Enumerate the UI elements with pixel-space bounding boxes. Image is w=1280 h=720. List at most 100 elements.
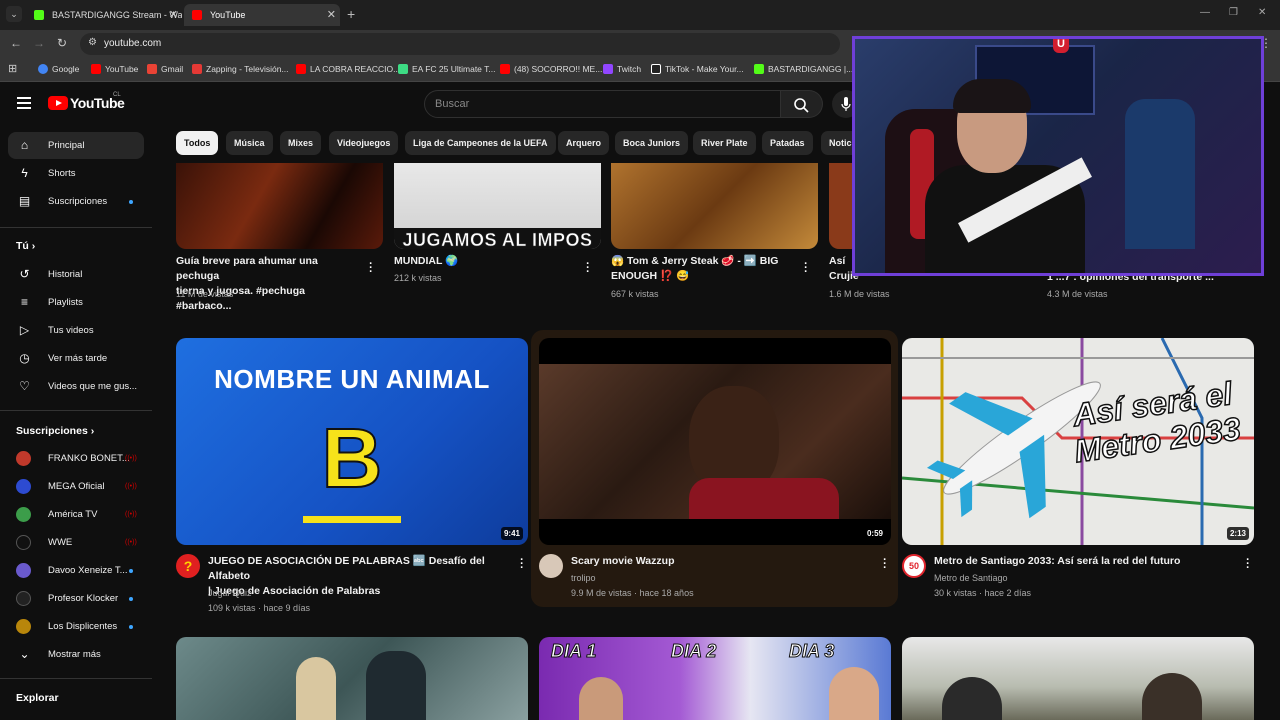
reload-icon[interactable]: ↻ xyxy=(57,36,67,50)
video-thumbnail[interactable] xyxy=(176,637,528,720)
video-title[interactable]: Metro de Santiago 2033: Así será la red … xyxy=(934,554,1234,569)
browser-tab-stream[interactable]: BASTARDIGANGG Stream - Wa ✕ xyxy=(26,4,182,26)
more-options-icon[interactable]: · · · xyxy=(882,555,888,574)
hamburger-menu-icon[interactable] xyxy=(17,97,31,109)
new-content-dot xyxy=(129,597,133,601)
sidebar-item-label: Davoo Xeneize T... xyxy=(48,565,128,576)
live-icon: ((•)) xyxy=(125,455,137,462)
video-title[interactable]: 😱 Tom & Jerry Steak 🥩 - ➡️ BIG ENOUGH ⁉️ … xyxy=(611,254,796,284)
channel-name[interactable]: Jugar Quiz xyxy=(208,588,252,598)
tab-search-button[interactable]: ⌄ xyxy=(6,6,22,22)
bookmark-item[interactable]: TikTok - Make Your... xyxy=(651,64,744,74)
sidebar-channel[interactable]: FRANKO BONET... ((•)) xyxy=(8,445,144,472)
sidebar-channel[interactable]: Davoo Xeneize T... xyxy=(8,557,144,584)
subscriptions-section-header[interactable]: Suscripciones › xyxy=(16,425,94,437)
sidebar-show-more[interactable]: ⌄ Mostrar más xyxy=(8,641,144,668)
video-duration: 2:13 xyxy=(1226,527,1249,540)
thumbnail-text: DIA 2 xyxy=(670,641,717,662)
video-meta: 212 k vistas xyxy=(394,273,442,283)
video-thumbnail[interactable] xyxy=(611,163,818,249)
forward-icon[interactable]: → xyxy=(33,36,45,50)
sidebar-item-watch-later[interactable]: ◷ Ver más tarde xyxy=(8,345,144,372)
bookmark-item[interactable]: Twitch xyxy=(603,64,641,74)
bookmark-item[interactable]: LA COBRA REACCIO... xyxy=(296,64,400,74)
underline-bar xyxy=(303,516,401,523)
live-icon: ((•)) xyxy=(125,511,137,518)
sidebar-item-history[interactable]: ↺ Historial xyxy=(8,261,144,288)
video-meta: 30 k vistas · hace 2 días xyxy=(934,588,1032,598)
video-title[interactable]: JUEGO DE ASOCIACIÓN DE PALABRAS 🔤 Desafí… xyxy=(208,554,518,599)
sidebar-item-your-videos[interactable]: ▷ Tus videos xyxy=(8,317,144,344)
more-options-icon[interactable]: · · · xyxy=(803,259,809,278)
bookmark-item[interactable]: EA FC 25 Ultimate T... xyxy=(398,64,495,74)
chip[interactable]: Videojuegos xyxy=(329,131,399,155)
search-input[interactable]: Buscar xyxy=(424,90,781,118)
browser-tab-youtube[interactable]: YouTube ✕ xyxy=(184,4,340,26)
minimize-icon[interactable]: — xyxy=(1200,7,1210,18)
video-thumbnail[interactable]: JUGAMOS AL IMPOS xyxy=(394,163,601,249)
sidebar-channel[interactable]: América TV ((•)) xyxy=(8,501,144,528)
video-thumbnail[interactable]: NOMBRE UN ANIMAL B 9:41 xyxy=(176,338,528,545)
sidebar-item-shorts[interactable]: ϟ Shorts xyxy=(8,160,144,187)
site-info-icon[interactable]: ⚙ xyxy=(88,37,97,48)
more-options-icon[interactable]: · · · xyxy=(519,555,525,574)
bookmark-item[interactable]: (48) SOCORRO!! ME... xyxy=(500,64,602,74)
more-options-icon[interactable]: · · · xyxy=(1245,555,1251,574)
chip-all[interactable]: Todos xyxy=(176,131,219,155)
video-thumbnail[interactable] xyxy=(176,163,383,249)
chevron-down-icon: ⌄ xyxy=(19,647,30,661)
youtube-icon xyxy=(192,10,202,20)
video-meta: 11 M de vistas xyxy=(176,289,234,299)
video-thumbnail[interactable]: Así será el Metro 2033 2:13 xyxy=(902,338,1254,545)
video-thumbnail[interactable]: 0:59 xyxy=(539,338,891,545)
sidebar-channel[interactable]: MEGA Oficial ((•)) xyxy=(8,473,144,500)
maximize-icon[interactable]: ❐ xyxy=(1229,7,1238,18)
video-title[interactable]: Guía breve para ahumar una pechuga tierna… xyxy=(176,254,361,314)
sidebar-item-subscriptions[interactable]: ▤ Suscripciones xyxy=(8,188,144,215)
sidebar-channel[interactable]: WWE ((•)) xyxy=(8,529,144,556)
bookmark-item[interactable]: YouTube xyxy=(91,64,138,74)
video-meta: 1.6 M de vistas xyxy=(829,289,890,299)
sidebar-item-playlists[interactable]: ≡ Playlists xyxy=(8,289,144,316)
chip[interactable]: River Plate xyxy=(693,131,756,155)
channel-name[interactable]: Metro de Santiago xyxy=(934,573,1008,583)
video-title[interactable]: Scary movie Wazzup xyxy=(571,554,871,569)
search-button[interactable] xyxy=(781,90,823,118)
channel-name[interactable]: trolipo xyxy=(571,573,596,583)
more-options-icon[interactable]: · · · xyxy=(585,259,591,278)
team-badge-icon: U xyxy=(1053,39,1069,53)
close-window-icon[interactable]: ✕ xyxy=(1258,7,1266,18)
video-title[interactable]: MUNDIAL 🌍 xyxy=(394,254,579,269)
chip[interactable]: Patadas xyxy=(762,131,813,155)
channel-avatar[interactable] xyxy=(539,554,563,578)
chip[interactable]: Música xyxy=(226,131,273,155)
apps-grid-icon[interactable]: ⊞ xyxy=(8,62,17,75)
sidebar-item-liked-videos[interactable]: ♡ Videos que me gus... xyxy=(8,373,144,400)
more-options-icon[interactable]: · · · xyxy=(368,259,374,278)
bookmark-item[interactable]: Zapping - Televisión... xyxy=(192,64,289,74)
address-bar[interactable]: ⚙ youtube.com xyxy=(80,33,840,55)
channel-avatar[interactable]: 50 xyxy=(902,554,926,578)
sidebar-item-home[interactable]: ⌂ Principal xyxy=(8,132,144,159)
sidebar-item-label: América TV xyxy=(48,509,98,520)
sidebar-channel[interactable]: Profesor Klocker xyxy=(8,585,144,612)
close-tab-icon[interactable]: ✕ xyxy=(169,4,178,26)
back-icon[interactable]: ← xyxy=(10,36,22,50)
video-thumbnail[interactable] xyxy=(902,637,1254,720)
video-duration: 9:41 xyxy=(500,527,523,540)
bookmark-item[interactable]: Google xyxy=(38,64,79,74)
chip[interactable]: Arquero xyxy=(558,131,610,155)
new-content-dot xyxy=(129,625,133,629)
chip[interactable]: Liga de Campeones de la UEFA xyxy=(405,131,556,155)
chip[interactable]: Mixes xyxy=(280,131,322,155)
chip[interactable]: Boca Juniors xyxy=(615,131,689,155)
bookmark-item[interactable]: BASTARDIGANGG |... xyxy=(754,64,853,74)
channel-avatar xyxy=(16,591,31,606)
new-tab-button[interactable]: + xyxy=(347,6,355,22)
close-tab-icon[interactable]: ✕ xyxy=(327,4,336,26)
channel-avatar[interactable]: ? xyxy=(176,554,200,578)
sidebar-channel[interactable]: Los Displicentes xyxy=(8,613,144,640)
video-thumbnail[interactable]: DIA 1 DIA 2 DIA 3 xyxy=(539,637,891,720)
bookmark-item[interactable]: Gmail xyxy=(147,64,183,74)
you-section-header[interactable]: Tú › xyxy=(16,240,35,252)
